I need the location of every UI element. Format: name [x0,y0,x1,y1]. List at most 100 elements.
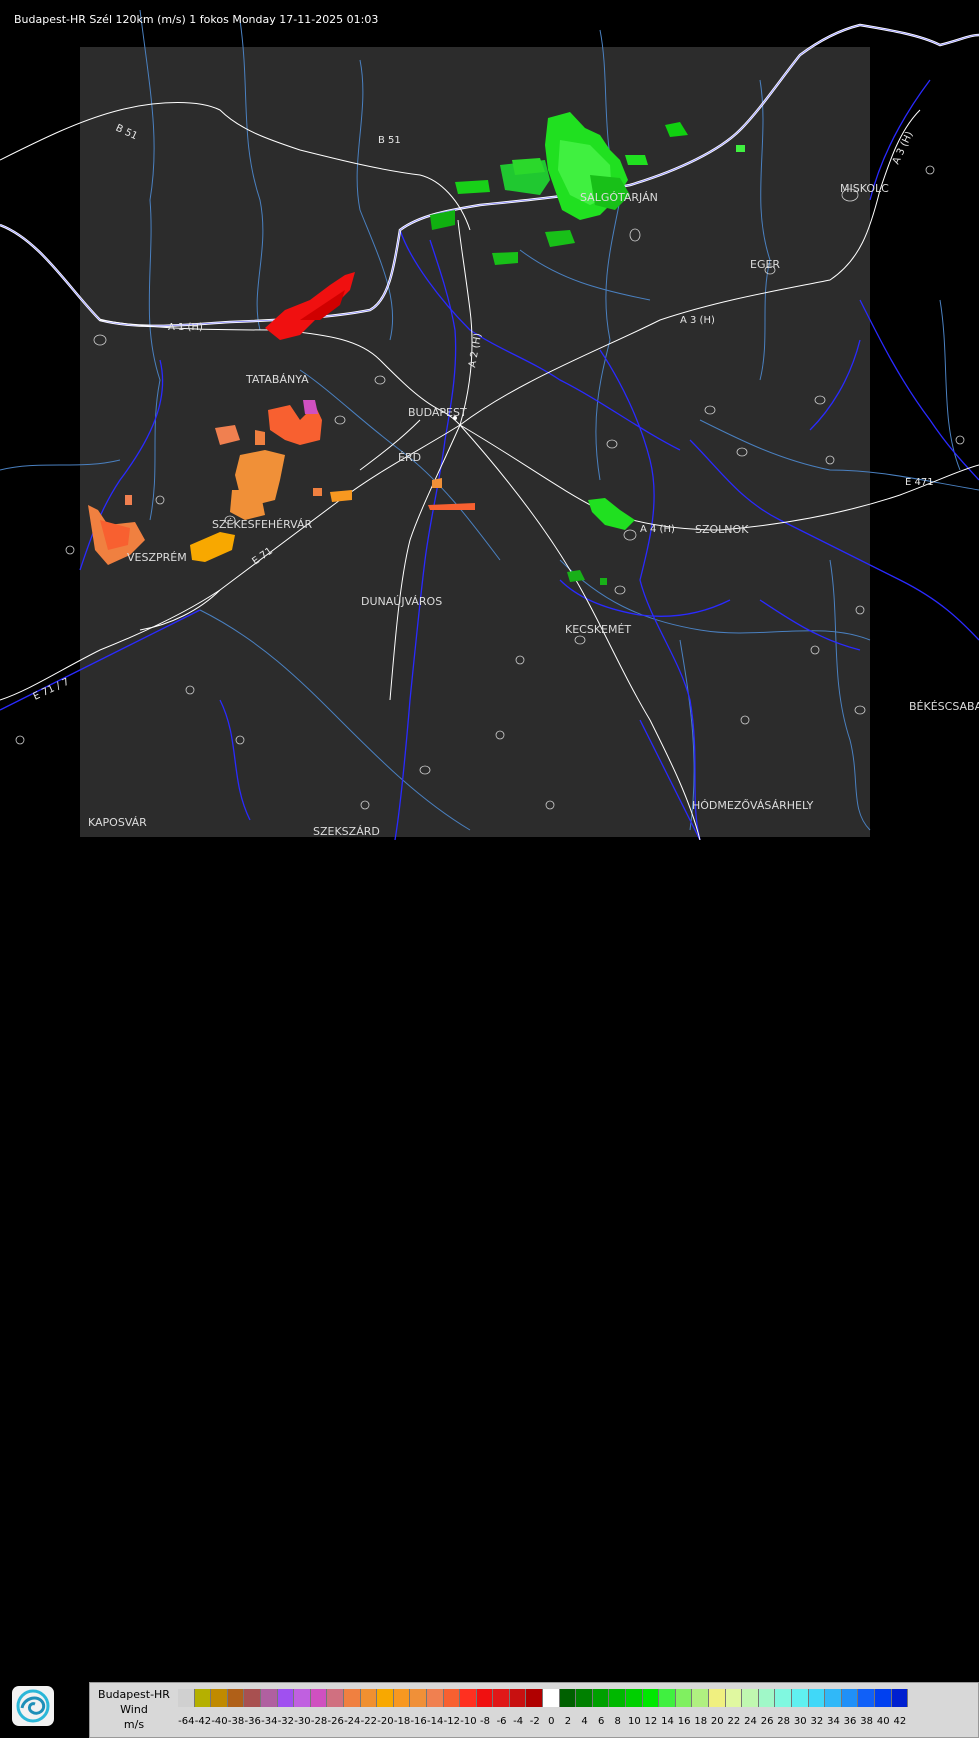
legend-tick-label: 6 [597,1716,605,1727]
city-label-dunaujvaros: DUNAÚJVÁROS [361,595,442,608]
legend-tick-label: 38 [860,1716,873,1727]
legend-title-line1: Budapest-HR [98,1688,170,1701]
legend-swatch [194,1689,212,1707]
legend-swatch [692,1689,709,1707]
city-label-kecskemet: KECSKEMÉT [565,623,631,636]
road-label-a1: A 1 (H) [168,322,203,333]
legend-swatch [426,1689,444,1707]
legend-title-line2: Wind [120,1703,148,1716]
legend-swatch [360,1689,378,1707]
legend-swatch [310,1689,328,1707]
legend-swatch [509,1689,527,1707]
legend-tick-label: -34 [261,1716,278,1727]
city-label-eger: EGER [750,258,780,271]
city-label-veszprem: VESZPRÉM [127,551,187,564]
legend-swatches [178,1689,909,1707]
legend-tick-label: 14 [661,1716,674,1727]
legend-tick-label: 28 [777,1716,791,1727]
legend-tick-label: 2 [564,1716,572,1727]
legend-swatch [642,1689,660,1707]
legend-tick-label: 12 [644,1716,658,1727]
legend-tick-label: 10 [627,1716,641,1727]
legend-tick-label: 40 [876,1716,890,1727]
legend-tick-label: -12 [443,1716,460,1727]
legend-tick-label: 20 [710,1716,724,1727]
legend-tick-label: -20 [377,1716,394,1727]
legend-ticks: -64 -42 -40 -38 -36 -34 -32 -30 -28 -26 -24 -22 -20-… [178,1716,908,1730]
legend-tick-label: 24 [744,1716,757,1727]
legend-tick-label: 34 [827,1716,840,1727]
legend-swatch [526,1689,544,1707]
city-label-szekesfehervar: SZÉKESFEHÉRVÁR [212,518,313,531]
legend-swatch [775,1689,792,1707]
legend-swatch [211,1689,228,1707]
legend-swatch [543,1689,560,1707]
city-label-hodmezovasarhely: HÓDMEZŐVÁSÁRHELY [692,798,814,812]
legend-swatch [460,1689,477,1707]
legend-tick-label: 16 [677,1716,691,1727]
legend-swatch [825,1689,842,1707]
legend-tick-label: -22 [360,1716,377,1727]
city-label-szekszard: SZEKSZÁRD [313,825,380,838]
legend-tick-label: -38 [227,1716,245,1727]
legend-swatch [592,1689,610,1707]
legend-tick-label: -4 [513,1716,524,1727]
legend-bar: Budapest-HR Wind m/s -64 -42 -40 -38 -36 -34-… [0,840,979,1738]
city-label-miskolc: MISKOLC [840,182,889,195]
city-label-kaposvar: KAPOSVÁR [88,816,147,829]
legend-tick-label: -2 [529,1716,540,1727]
legend-swatch [626,1689,643,1707]
legend-swatch [559,1689,577,1707]
legend-swatch [227,1689,245,1707]
legend-tick-label: -42 [194,1716,212,1727]
legend-tick-label: -40 [211,1716,228,1727]
city-label-tatabanya: TATABÁNYA [245,373,309,386]
legend-swatch [443,1689,461,1707]
legend-tick-label: 0 [548,1716,555,1727]
legend-tick-label: -24 [344,1716,361,1727]
legend-tick-label: -28 [310,1716,328,1727]
legend-tick-label: -36 [244,1716,261,1727]
legend-swatch [410,1689,427,1707]
legend-swatch [709,1689,726,1707]
city-label-erd: ÉRD [398,451,421,464]
legend-swatch [675,1689,693,1707]
legend-tick-label: 18 [694,1716,708,1727]
radar-map: SALGÓTARJÁN MISKOLC EGER TATABÁNYA BUDAP… [0,0,979,840]
legend-swatch [609,1689,627,1707]
legend-swatch [393,1689,411,1707]
legend-swatch [277,1689,295,1707]
legend-tick-label: 36 [843,1716,857,1727]
legend-tick-label: -16 [410,1716,427,1727]
legend-tick-label: 26 [760,1716,774,1727]
legend-swatch [791,1689,809,1707]
road-label-e471: E 471 [905,477,934,488]
legend-swatch [659,1689,676,1707]
city-label-salgotarjan: SALGÓTARJÁN [580,191,658,204]
legend-tick-label: -18 [393,1716,411,1727]
wind-scale-legend: Budapest-HR Wind m/s -64 -42 -40 -38 -36 -34-… [89,1682,979,1738]
map-title: Budapest-HR Szél 120km (m/s) 1 fokos Mon… [14,13,379,26]
road-label-a4: A 4 (H) [640,524,675,535]
swirl-logo-icon [16,1689,50,1723]
legend-swatch [377,1689,394,1707]
legend-tick-label: -6 [496,1716,507,1727]
legend-swatch [260,1689,278,1707]
legend-tick-label: -10 [460,1716,477,1727]
legend-swatch [758,1689,776,1707]
city-label-budapest: BUDAPEST [408,406,467,419]
legend-tick-label: -64 [178,1716,195,1727]
legend-tick-label: -32 [277,1716,295,1727]
legend-tick-label: 8 [614,1716,621,1727]
legend-swatch [493,1689,510,1707]
legend-swatch [742,1689,759,1707]
legend-tick-label: -26 [327,1716,344,1727]
legend-tick-label: -30 [294,1716,311,1727]
legend-swatch [841,1689,859,1707]
legend-tick-label: 42 [893,1716,907,1727]
road-label-a3: A 3 (H) [680,315,715,326]
road-label-b51-north: B 51 [378,135,401,146]
legend-tick-label: -14 [427,1716,444,1727]
legend-swatch [178,1689,195,1707]
legend-swatch [476,1689,494,1707]
